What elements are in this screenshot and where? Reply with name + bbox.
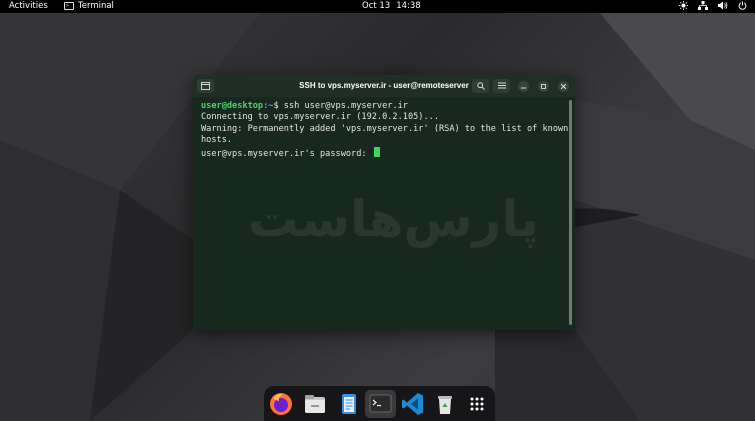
app-menu[interactable]: > Terminal [64,1,114,11]
terminal-dock-icon[interactable] [365,390,396,418]
prompt-user: user@desktop [201,101,264,111]
menu-button[interactable] [493,79,510,93]
terminal-line: user@desktop:~$ ssh user@vps.myserver.ir [201,101,567,112]
vscode-icon[interactable] [399,390,427,418]
terminal-line: user@vps.myserver.ir's password: [201,146,567,160]
search-button[interactable] [472,79,489,93]
hamburger-icon [497,82,506,89]
files-icon[interactable] [301,390,329,418]
dock [264,386,495,421]
volume-icon[interactable] [718,1,728,13]
terminal-icon: > [64,2,74,10]
app-name: Terminal [78,1,114,11]
clock[interactable]: Oct 13 14:38 [362,1,421,11]
text-cursor [373,146,380,157]
firefox-icon[interactable] [267,390,295,418]
trash-icon[interactable] [431,390,459,418]
maximize-button[interactable] [538,81,549,92]
prompt-path: :~ [263,101,274,111]
terminal-line: Connecting to vps.myserver.ir (192.0.2.1… [201,112,439,123]
show-apps-icon[interactable] [463,390,491,418]
command-text: $ ssh user@vps.myserver.ir [273,101,408,111]
scrollbar[interactable] [569,100,572,325]
top-bar: Activities > Terminal Oct 13 14:38 [0,0,755,13]
terminal-line: hosts. [201,135,233,146]
password-prompt: user@vps.myserver.ir's password: [201,148,372,159]
minimize-icon [521,87,526,89]
title-bar[interactable]: SSH to vps.myserver.ir - user@remoteserv… [193,75,575,97]
power-icon[interactable] [738,1,747,13]
system-tray[interactable] [679,1,747,13]
close-button[interactable] [558,81,569,92]
minimize-button[interactable] [518,81,529,92]
close-icon [560,83,567,90]
date: Oct 13 [362,1,391,11]
time: 14:38 [396,1,421,11]
terminal-line: Warning: Permanently added 'vps.myserver… [201,123,569,134]
text-editor-icon[interactable] [335,390,363,418]
network-icon[interactable] [698,1,708,13]
watermark-logo: پارس‌هاست [248,190,539,248]
brightness-icon[interactable] [679,1,688,13]
maximize-icon [541,84,546,89]
search-icon [476,82,485,90]
activities-button[interactable]: Activities [9,1,48,11]
